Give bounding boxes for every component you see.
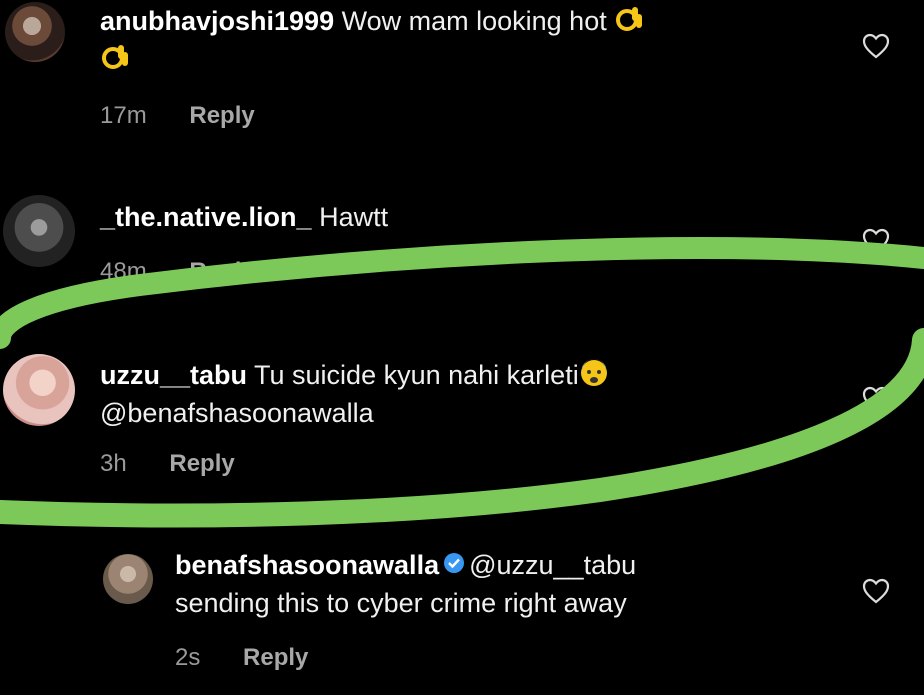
comment-2-text: _the.native.lion_ Hawtt (100, 200, 820, 234)
reply-meta: 2s Reply (175, 644, 308, 672)
comment-mention[interactable]: @benafshasoonawalla (100, 398, 374, 428)
comment-3: uzzu__tabu Tu suicide kyun nahi karleti … (0, 340, 924, 500)
ok-hand-icon (100, 42, 130, 80)
comment-1-meta: 17m Reply (100, 102, 255, 130)
comment-body: Tu suicide kyun nahi karleti (254, 360, 579, 391)
comment-body: Wow mam looking hot (341, 6, 607, 37)
comment-username[interactable]: anubhavjoshi1999 (100, 6, 334, 36)
reply-button[interactable]: Reply (243, 644, 308, 671)
avatar-the-native-lion[interactable] (3, 195, 75, 267)
comment-body: Hawtt (319, 202, 389, 232)
reply-button[interactable]: Reply (189, 102, 254, 129)
avatar-uzzu-tabu[interactable] (3, 354, 75, 426)
reply-button[interactable]: Reply (189, 258, 254, 285)
comment-1-text: anubhavjoshi1999 Wow mam looking hot (100, 4, 820, 80)
reply-button[interactable]: Reply (169, 450, 234, 477)
comment-1: anubhavjoshi1999 Wow mam looking hot 17m… (0, 0, 924, 150)
avatar-benafshasoonawalla[interactable] (103, 554, 153, 604)
reply-text: benafshasoonawalla @uzzu__tabu sending t… (175, 548, 835, 620)
reply-mention[interactable]: @uzzu__tabu (469, 550, 636, 580)
anxious-face-icon (579, 358, 609, 396)
comment-3-text: uzzu__tabu Tu suicide kyun nahi karleti … (100, 358, 820, 430)
heart-icon[interactable] (862, 386, 890, 412)
comment-username[interactable]: benafshasoonawalla (175, 550, 439, 580)
comment-time: 2s (175, 644, 201, 671)
comment-reply: benafshasoonawalla @uzzu__tabu sending t… (0, 540, 924, 695)
comment-3-meta: 3h Reply (100, 450, 235, 478)
comment-time: 17m (100, 102, 147, 129)
comment-2-meta: 48m Reply (100, 258, 255, 286)
heart-icon[interactable] (862, 33, 890, 59)
verified-badge-icon (443, 548, 465, 582)
comment-username[interactable]: uzzu__tabu (100, 360, 247, 390)
comment-time: 48m (100, 258, 147, 285)
ok-hand-icon (614, 4, 644, 42)
heart-icon[interactable] (862, 578, 890, 604)
heart-icon[interactable] (862, 228, 890, 254)
comment-time: 3h (100, 450, 127, 477)
avatar-anubhavjoshi1999[interactable] (5, 2, 65, 62)
comment-username[interactable]: _the.native.lion_ (100, 202, 312, 232)
comment-2: _the.native.lion_ Hawtt 48m Reply (0, 180, 924, 290)
reply-body: sending this to cyber crime right away (175, 588, 627, 618)
